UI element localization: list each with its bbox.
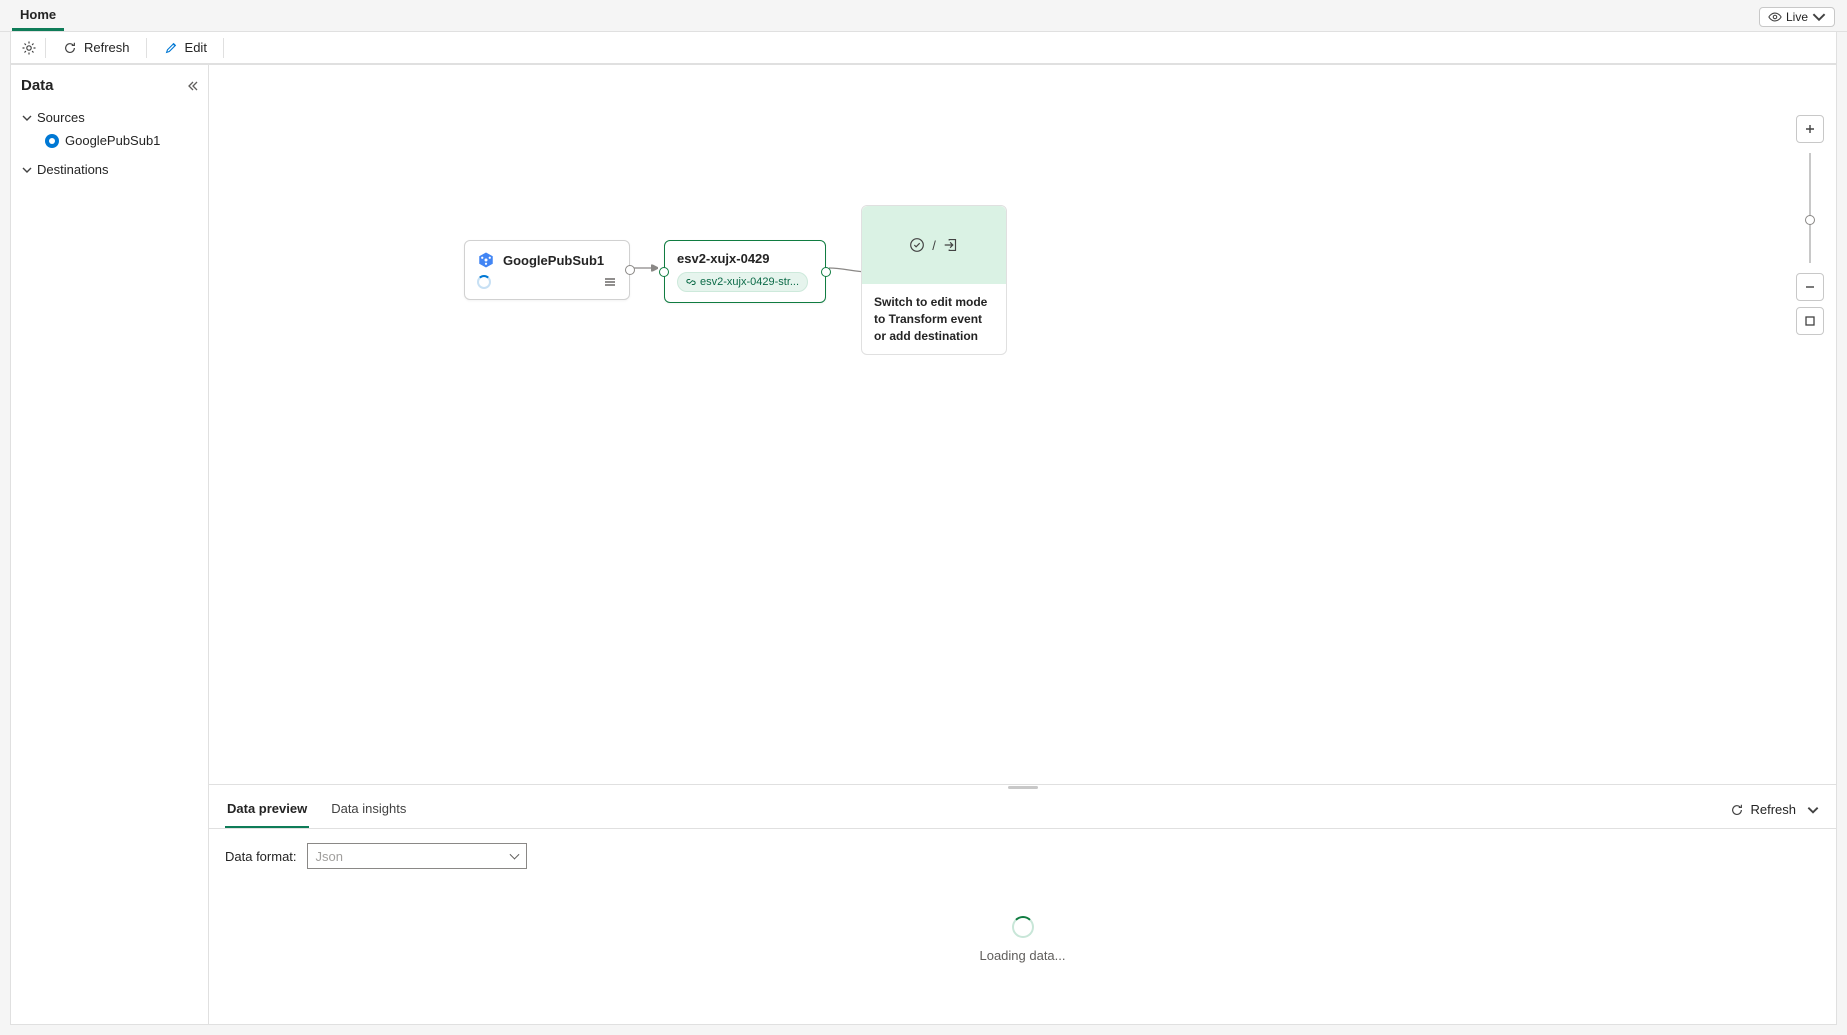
stream-pill[interactable]: esv2-xujx-0429-str...	[677, 272, 808, 292]
data-format-select[interactable]: Json	[307, 843, 527, 869]
chevron-down-icon	[21, 164, 33, 176]
node-menu-icon[interactable]	[603, 275, 617, 289]
edit-icon	[163, 40, 179, 56]
pubsub-icon	[45, 134, 59, 148]
tree-group-destinations[interactable]: Destinations	[21, 158, 198, 181]
top-tab-bar: Home Live	[0, 0, 1847, 32]
loading-text: Loading data...	[979, 948, 1065, 963]
node-googlepubsub[interactable]: GooglePubSub1	[464, 240, 630, 300]
node-output-port[interactable]	[821, 267, 831, 277]
tab-data-insights[interactable]: Data insights	[329, 791, 408, 828]
zoom-controls	[1796, 115, 1824, 335]
loading-spinner-icon	[477, 275, 491, 289]
edit-button[interactable]: Edit	[155, 36, 215, 60]
link-icon	[686, 277, 696, 287]
mode-label: Live	[1786, 10, 1808, 24]
tree-item-source[interactable]: GooglePubSub1	[21, 129, 198, 152]
transform-icon	[908, 236, 926, 254]
collapse-sidebar-button[interactable]	[186, 80, 198, 92]
refresh-icon	[1730, 803, 1744, 817]
tree-group-sources[interactable]: Sources	[21, 106, 198, 129]
zoom-thumb[interactable]	[1805, 215, 1815, 225]
zoom-in-button[interactable]	[1796, 115, 1824, 143]
toolbar: Refresh Edit	[10, 32, 1837, 64]
node-eventstream[interactable]: esv2-xujx-0429 esv2-xujx-0429-str...	[664, 240, 826, 303]
tab-data-preview[interactable]: Data preview	[225, 791, 309, 828]
zoom-out-button[interactable]	[1796, 273, 1824, 301]
refresh-button[interactable]: Refresh	[54, 36, 138, 60]
tab-home[interactable]: Home	[12, 1, 64, 31]
settings-icon[interactable]	[21, 40, 37, 56]
bottom-refresh-button[interactable]: Refresh	[1730, 802, 1796, 817]
data-format-label: Data format:	[225, 849, 297, 864]
output-icon	[942, 236, 960, 254]
bottom-panel: Data preview Data insights Refresh Data …	[209, 784, 1836, 1024]
pubsub-hex-icon	[477, 251, 495, 269]
panel-expand-button[interactable]	[1806, 803, 1820, 817]
loading-spinner-icon	[1012, 916, 1034, 938]
refresh-icon	[62, 40, 78, 56]
promo-card: / Switch to edit mode to Transform event…	[861, 205, 1007, 355]
mode-live-badge[interactable]: Live	[1759, 7, 1835, 27]
chevron-down-icon	[1812, 10, 1826, 24]
chevron-down-icon	[21, 112, 33, 124]
zoom-fit-button[interactable]	[1796, 307, 1824, 335]
zoom-slider[interactable]	[1809, 153, 1811, 263]
node-input-port[interactable]	[659, 267, 669, 277]
node-output-port[interactable]	[625, 265, 635, 275]
promo-text: Switch to edit mode to Transform event o…	[862, 284, 1006, 354]
eye-icon	[1768, 10, 1782, 24]
sidebar-title: Data	[21, 77, 54, 94]
sidebar: Data Sources GooglePubSub1 Destinat	[11, 65, 209, 1024]
